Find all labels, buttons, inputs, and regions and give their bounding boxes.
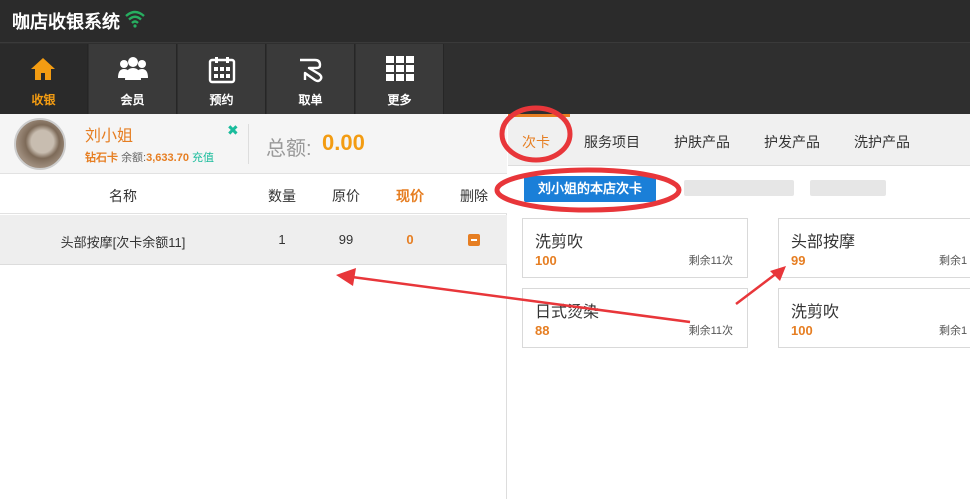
member-balance: 3,633.70 (146, 152, 189, 164)
cart-item-current-price[interactable]: 0 (382, 232, 438, 247)
product-price: 100 (791, 323, 813, 338)
nav-more[interactable]: 更多 (356, 44, 444, 114)
product-price: 100 (535, 253, 557, 268)
member-bar: 刘小姐 ✖ 钻石卡 余额:3,633.70 充值 总额: 0.00 (0, 114, 507, 174)
product-price: 99 (791, 253, 806, 268)
cart-item-qty[interactable]: 1 (254, 232, 310, 247)
nav-members[interactable]: 会员 (89, 44, 177, 114)
category-tabs: 次卡 服务项目 护肤产品 护发产品 洗护产品 (508, 114, 970, 166)
avatar (14, 118, 66, 170)
nav-pickup-label: 取单 (298, 93, 323, 107)
cart-item-orig-price: 99 (338, 232, 354, 247)
product-grid: 洗剪吹 100 剩余11次 头部按摩 99 剩余1 日式烫染 88 剩余11次 … (508, 210, 970, 499)
app-title: 咖店收银系统 (12, 12, 120, 32)
title-bar: 咖店收银系统 (0, 0, 970, 42)
sub-tab-blurred[interactable] (684, 180, 794, 196)
tab-times-card[interactable]: 次卡 (522, 132, 550, 152)
nav-cashier[interactable]: 收银 (0, 44, 88, 114)
member-name[interactable]: 刘小姐 (85, 122, 133, 146)
total-value: 0.00 (322, 130, 365, 155)
product-card[interactable]: 洗剪吹 100 剩余1 (778, 288, 970, 348)
hand-icon (300, 58, 323, 83)
product-remaining: 剩余1 (939, 255, 968, 267)
table-row[interactable]: 头部按摩[次卡余额11] 1 99 0 (0, 215, 507, 265)
sub-tab-blurred[interactable] (810, 180, 886, 196)
product-price: 88 (535, 323, 550, 338)
member-card-type: 钻石卡 (85, 152, 118, 164)
col-qty: 数量 (268, 188, 296, 204)
delete-item-icon[interactable] (468, 234, 480, 246)
divider (248, 124, 249, 164)
nav-appointment-label: 预约 (209, 93, 234, 107)
col-orig-price: 原价 (332, 188, 360, 204)
members-icon (118, 57, 148, 80)
product-card[interactable]: 洗剪吹 100 剩余11次 (522, 218, 748, 278)
col-delete: 删除 (460, 188, 488, 204)
product-name: 头部按摩 (791, 234, 856, 251)
nav-appointment[interactable]: 预约 (178, 44, 266, 114)
sub-tab-member-cards[interactable]: 刘小姐的本店次卡 (524, 176, 656, 202)
remove-member-icon[interactable]: ✖ (227, 122, 239, 139)
wifi-icon (125, 10, 145, 28)
product-card[interactable]: 头部按摩 99 剩余1 (778, 218, 970, 278)
member-balance-label: 余额: (121, 152, 147, 164)
cart-item-name: 头部按摩[次卡余额11] (60, 235, 186, 250)
tab-haircare[interactable]: 护发产品 (764, 132, 820, 152)
nav-pickup[interactable]: 取单 (267, 44, 355, 114)
col-current-price: 现价 (396, 188, 424, 204)
nav-more-label: 更多 (387, 93, 412, 107)
product-name: 洗剪吹 (535, 234, 584, 251)
calendar-icon (208, 57, 236, 84)
nav-members-label: 会员 (120, 93, 145, 107)
recharge-link[interactable]: 充值 (192, 152, 214, 164)
product-remaining: 剩余11次 (688, 325, 733, 337)
tab-cleansing[interactable]: 洗护产品 (854, 132, 910, 152)
product-remaining: 剩余11次 (688, 255, 733, 267)
tab-skincare[interactable]: 护肤产品 (674, 132, 730, 152)
total-label: 总额: (266, 138, 312, 160)
cart-panel: 刘小姐 ✖ 钻石卡 余额:3,633.70 充值 总额: 0.00 名称 数量 … (0, 114, 507, 499)
active-tab-indicator (508, 114, 570, 117)
product-name: 洗剪吹 (791, 304, 840, 321)
product-panel: 次卡 服务项目 护肤产品 护发产品 洗护产品 刘小姐的本店次卡 洗剪吹 100 … (508, 114, 970, 499)
main-nav: 收银 会员 预约 取单 更多 (0, 42, 970, 114)
member-info: 钻石卡 余额:3,633.70 充值 (85, 149, 214, 165)
cart-table-header: 名称 数量 原价 现价 删除 (0, 174, 507, 214)
sub-tabs: 刘小姐的本店次卡 (508, 166, 970, 210)
product-remaining: 剩余1 (939, 325, 968, 337)
product-name: 日式烫染 (535, 304, 600, 321)
home-icon (31, 58, 55, 80)
product-card[interactable]: 日式烫染 88 剩余11次 (522, 288, 748, 348)
tab-services[interactable]: 服务项目 (584, 132, 640, 152)
grid-icon (386, 56, 414, 81)
col-name: 名称 (109, 188, 137, 204)
nav-cashier-label: 收银 (31, 93, 56, 107)
